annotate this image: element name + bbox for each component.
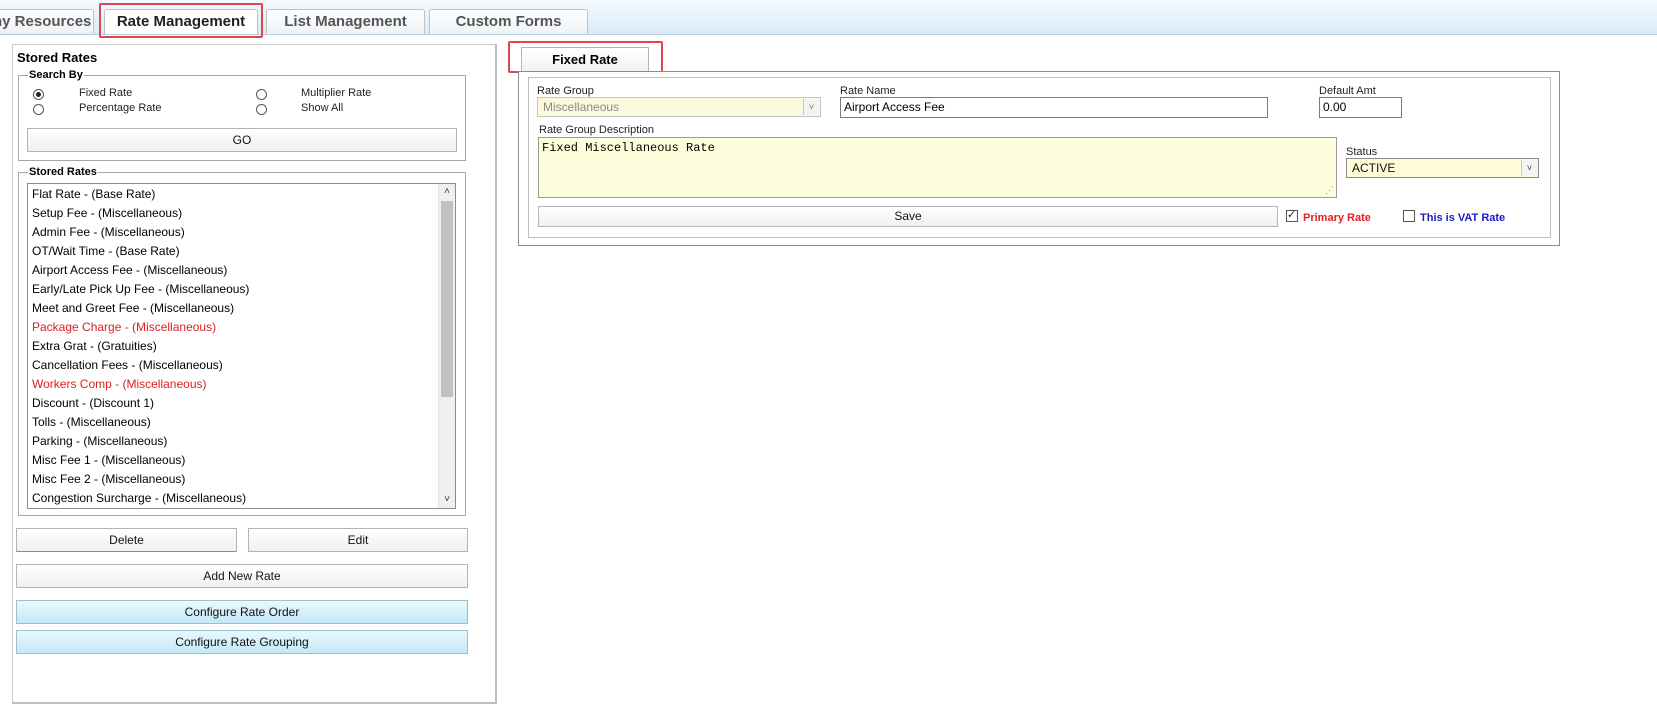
radio-fixed-rate-label: Fixed Rate <box>79 87 133 99</box>
add-new-rate-button[interactable]: Add New Rate <box>16 564 468 588</box>
configure-rate-order-button[interactable]: Configure Rate Order <box>16 600 468 624</box>
delete-button[interactable]: Delete <box>16 528 237 552</box>
list-item[interactable]: Flat Rate - (Base Rate) <box>32 186 155 203</box>
list-item[interactable]: Meet and Greet Fee - (Miscellaneous) <box>32 300 234 317</box>
list-scrollbar[interactable]: ˄ ˅ <box>438 184 455 508</box>
status-select[interactable]: ACTIVE ˅ <box>1346 158 1539 178</box>
radio-fixed-rate[interactable] <box>33 89 44 100</box>
panel-title: Stored Rates <box>17 50 98 65</box>
tab-custom-forms[interactable]: Custom Forms <box>429 9 588 34</box>
default-amt-input[interactable]: 0.00 <box>1319 97 1402 118</box>
configure-rate-grouping-button[interactable]: Configure Rate Grouping <box>16 630 468 654</box>
scroll-thumb[interactable] <box>441 201 453 397</box>
tab-rate-management[interactable]: Rate Management <box>104 9 258 34</box>
chevron-down-icon[interactable]: ˅ <box>1521 160 1537 176</box>
go-button[interactable]: GO <box>27 128 457 152</box>
rate-group-description-value: Fixed Miscellaneous Rate <box>542 141 715 155</box>
radio-show-all[interactable] <box>256 104 267 115</box>
rate-group-label: Rate Group <box>537 85 594 97</box>
rate-name-input[interactable]: Airport Access Fee <box>840 97 1268 118</box>
list-item[interactable]: Workers Comp - (Miscellaneous) <box>32 376 207 393</box>
rate-name-label: Rate Name <box>840 85 896 97</box>
list-item[interactable]: Cancellation Fees - (Miscellaneous) <box>32 357 223 374</box>
list-item[interactable]: Congestion Surcharge - (Miscellaneous) <box>32 490 246 507</box>
stored-rates-legend: Stored Rates <box>29 166 97 178</box>
stored-rates-list[interactable]: Flat Rate - (Base Rate) Setup Fee - (Misc… <box>27 183 456 509</box>
list-item[interactable]: OT/Wait Time - (Base Rate) <box>32 243 180 260</box>
list-item[interactable]: Tolls - (Miscellaneous) <box>32 414 151 431</box>
scroll-down-icon[interactable]: ˅ <box>439 492 455 508</box>
rate-group-select: Miscellaneous ˅ <box>537 97 821 117</box>
list-item[interactable]: Parking - (Miscellaneous) <box>32 433 167 450</box>
list-item[interactable]: Admin Fee - (Miscellaneous) <box>32 224 185 241</box>
tab-my-resources[interactable]: ny Resources <box>0 9 94 33</box>
rate-group-description-textarea[interactable]: Fixed Miscellaneous Rate ⋰ <box>538 137 1337 198</box>
primary-rate-label: Primary Rate <box>1303 212 1371 224</box>
primary-rate-checkbox[interactable] <box>1286 208 1298 222</box>
list-item[interactable]: Extra Grat - (Gratuities) <box>32 338 157 355</box>
radio-percentage-rate-label: Percentage Rate <box>79 102 162 114</box>
vat-rate-label: This is VAT Rate <box>1420 212 1506 224</box>
search-by-legend: Search By <box>29 69 83 81</box>
default-amt-label: Default Amt <box>1319 85 1376 97</box>
list-item[interactable]: Misc Fee 1 - (Miscellaneous) <box>32 452 185 469</box>
radio-show-all-label: Show All <box>301 102 344 114</box>
edit-button[interactable]: Edit <box>248 528 468 552</box>
rate-group-description-label: Rate Group Description <box>539 124 654 136</box>
chevron-down-icon: ˅ <box>803 99 819 115</box>
resize-grip-icon[interactable]: ⋰ <box>1325 186 1334 196</box>
top-tab-bar: ny Resources Rate Management List Manage… <box>0 0 1657 35</box>
save-button[interactable]: Save <box>538 206 1278 227</box>
radio-percentage-rate[interactable] <box>33 104 44 115</box>
list-item[interactable]: Discount - (Discount 1) <box>32 395 154 412</box>
scroll-up-icon[interactable]: ˄ <box>439 184 455 200</box>
stored-rates-panel: Stored Rates Search By Fixed Rate Multip… <box>12 44 497 704</box>
list-item[interactable]: Setup Fee - (Miscellaneous) <box>32 205 182 222</box>
list-item[interactable]: Early/Late Pick Up Fee - (Miscellaneous) <box>32 281 249 298</box>
radio-multiplier-rate[interactable] <box>256 89 267 100</box>
rate-group-value: Miscellaneous <box>543 100 620 114</box>
list-item[interactable]: Misc Fee 2 - (Miscellaneous) <box>32 471 185 488</box>
list-item[interactable]: Airport Access Fee - (Miscellaneous) <box>32 262 227 279</box>
status-label: Status <box>1346 146 1378 158</box>
tab-fixed-rate[interactable]: Fixed Rate <box>521 47 649 71</box>
radio-multiplier-rate-label: Multiplier Rate <box>301 87 372 99</box>
vat-rate-checkbox[interactable] <box>1403 210 1415 222</box>
list-item[interactable]: Package Charge - (Miscellaneous) <box>32 319 216 336</box>
tab-list-management[interactable]: List Management <box>266 9 425 34</box>
status-value: ACTIVE <box>1352 161 1396 175</box>
